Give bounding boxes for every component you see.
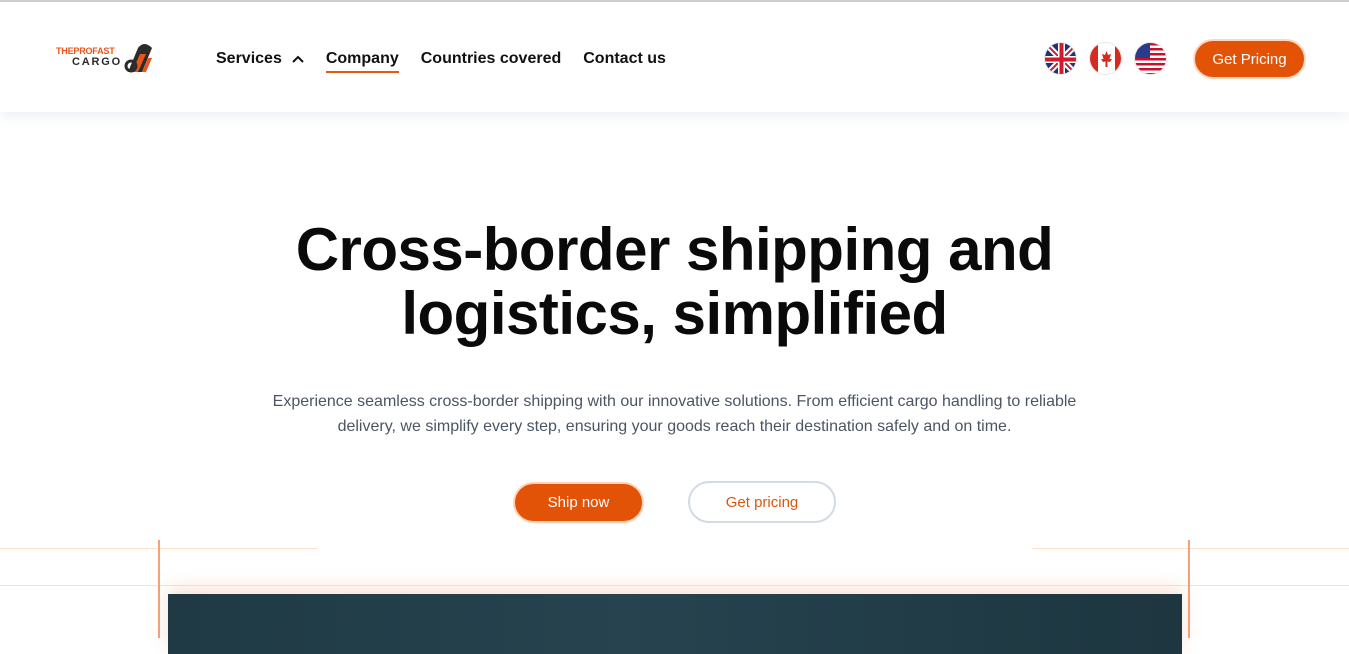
nav-company-label: Company <box>325 50 399 67</box>
site-header: THEPROFAST CARGO Services Company Countr… <box>0 2 1349 112</box>
language-selector <box>1044 42 1179 75</box>
ship-now-button[interactable]: Ship now <box>513 482 644 523</box>
decor-line <box>1032 548 1349 549</box>
decor-line <box>0 585 1349 586</box>
nav-services-label: Services <box>216 50 282 67</box>
main-nav: Services Company Countries covered Conta… <box>216 46 688 73</box>
nav-contact-us[interactable]: Contact us <box>583 46 666 72</box>
canada-flag-icon[interactable] <box>1089 42 1122 75</box>
hero-subtitle: Experience seamless cross-border shippin… <box>272 393 1077 435</box>
nav-countries-covered[interactable]: Countries covered <box>421 46 561 72</box>
chevron-up-icon <box>292 55 304 63</box>
logo-mark-icon <box>124 44 152 73</box>
decor-line <box>1188 540 1190 638</box>
hero-title-line2: logistics, simplified <box>401 280 948 347</box>
nav-countries-label: Countries covered <box>420 50 562 67</box>
decor-line <box>158 540 160 638</box>
uk-flag-icon[interactable] <box>1044 42 1077 75</box>
get-pricing-button[interactable]: Get pricing <box>688 481 836 523</box>
us-flag-icon[interactable] <box>1134 42 1167 75</box>
header-get-pricing-button[interactable]: Get Pricing <box>1193 39 1306 79</box>
brand-logo[interactable]: THEPROFAST CARGO <box>56 42 158 76</box>
logo-text-top: THEPROFAST <box>56 46 115 56</box>
hero-title: Cross-border shipping and logistics, sim… <box>0 218 1349 346</box>
nav-services[interactable]: Services <box>216 46 304 72</box>
hero-media-image <box>168 594 1182 654</box>
nav-contact-label: Contact us <box>583 50 666 67</box>
logo-text-bottom: CARGO <box>72 56 122 68</box>
nav-company[interactable]: Company <box>325 46 399 73</box>
hero-title-line1: Cross-border shipping and <box>295 216 1054 283</box>
